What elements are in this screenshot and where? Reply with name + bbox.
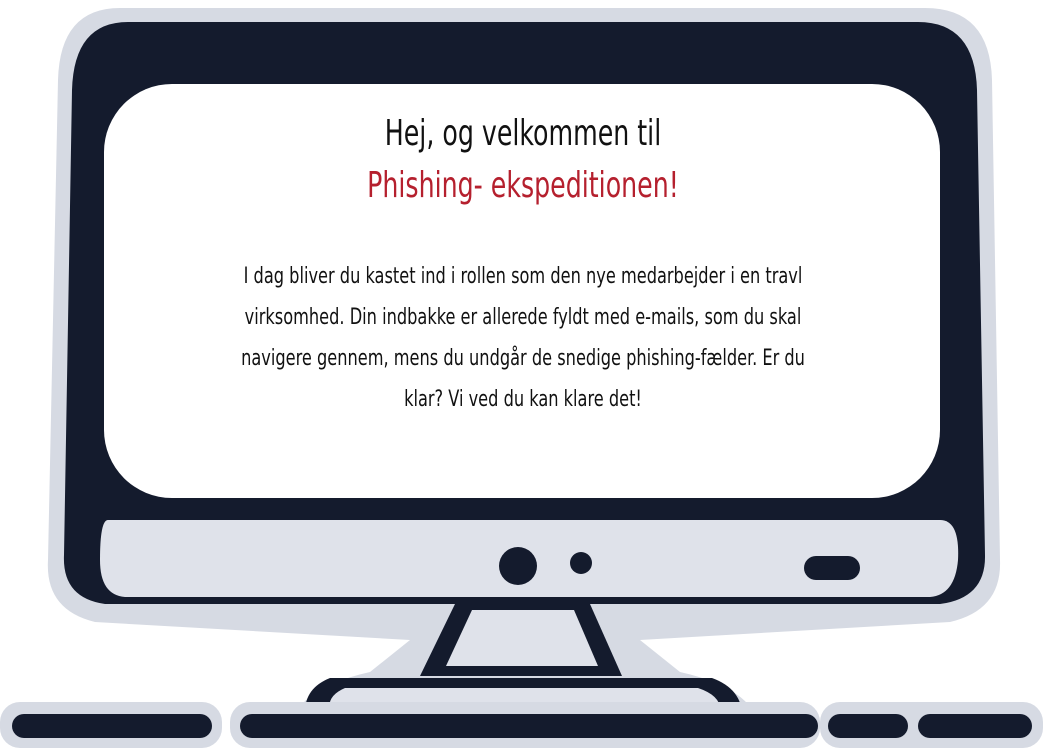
keyboard-bar-middle xyxy=(240,714,818,738)
power-button-icon xyxy=(499,547,537,585)
expedition-title: Phishing- ekspeditionen! xyxy=(367,165,679,206)
sensor-dot-icon xyxy=(570,552,592,574)
keyboard-bar-right-1 xyxy=(828,714,908,738)
monitor-stand-neck-inner xyxy=(446,610,598,666)
welcome-screen: Hej, og velkommen til Phishing- ekspedit… xyxy=(0,0,1043,753)
greeting-heading: Hej, og velkommen til xyxy=(384,113,662,154)
screen-content: Hej, og velkommen til Phishing- ekspedit… xyxy=(110,86,936,494)
intro-paragraph: I dag bliver du kastet ind i rollen som … xyxy=(241,263,805,412)
indicator-light-icon xyxy=(804,556,860,580)
keyboard-bar-left xyxy=(12,714,212,738)
keyboard-bar-right-2 xyxy=(918,714,1032,738)
